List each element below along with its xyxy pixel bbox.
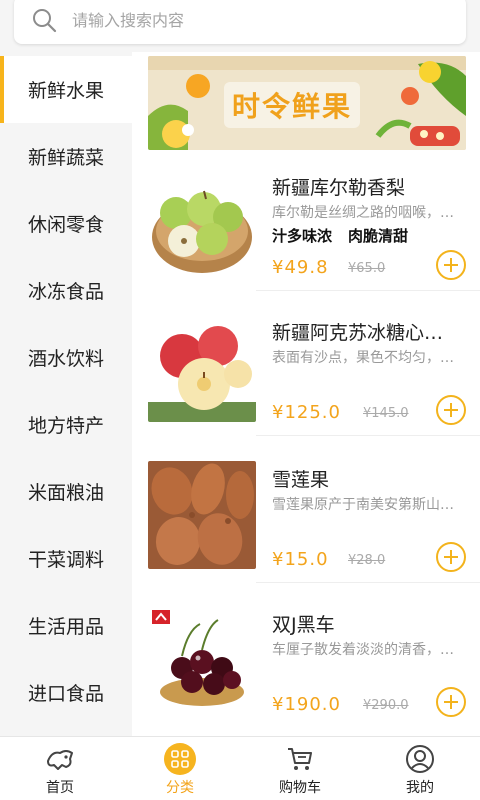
product-tags: 汁多味浓 肉脆清甜 [272,225,408,246]
banner-title: 时令鲜果 [224,82,360,128]
search-bar [0,0,480,52]
add-to-cart-button[interactable] [436,250,466,280]
product-image [148,461,256,569]
product-old-price: ¥65.0 [348,261,386,276]
product-old-price: ¥290.0 [363,698,409,713]
sidebar-item-label: 生活用品 [28,616,105,638]
divider [256,582,480,583]
search-icon [30,6,58,34]
product-price: ¥15.0 [272,549,329,570]
product-name: 双J黑车 [272,614,335,636]
tab-profile[interactable]: 我的 [360,737,480,800]
product-price: ¥125.0 [272,402,341,423]
tab-label: 分类 [166,780,194,796]
product-price: ¥49.8 [272,257,329,278]
sidebar-item-label: 休闲零食 [28,214,105,236]
product-tag: 汁多味浓 [272,227,333,245]
tab-home[interactable]: 首页 [0,737,120,800]
product-name: 新疆库尔勒香梨 [272,177,406,199]
sidebar-item-label: 干菜调料 [28,549,105,571]
category-icon [164,743,196,775]
product-card[interactable]: 双J黑车 车厘子散发着淡淡的清香，… ¥190.0 ¥290.0 [148,606,480,736]
add-to-cart-button[interactable] [436,395,466,425]
product-desc: 雪莲果原产于南美安第斯山… [272,497,454,513]
sidebar-item-dried-seasoning[interactable]: 干菜调料 [0,525,132,592]
add-to-cart-button[interactable] [436,542,466,572]
sidebar-item-drinks[interactable]: 酒水饮料 [0,324,132,391]
divider [256,290,480,291]
product-name: 雪莲果 [272,469,330,491]
home-icon [44,743,76,775]
sidebar-item-frozen-food[interactable]: 冰冻食品 [0,257,132,324]
product-image [148,606,256,714]
sidebar-item-grain-oil[interactable]: 米面粮油 [0,458,132,525]
plus-icon [444,258,458,272]
tab-cart[interactable]: 购物车 [240,737,360,800]
search-input[interactable] [72,10,432,30]
tab-label: 我的 [406,780,434,796]
sidebar-item-fresh-fruit[interactable]: 新鲜水果 [0,56,132,123]
plus-icon [444,403,458,417]
tab-category[interactable]: 分类 [120,737,240,800]
cart-icon [284,743,316,775]
plus-icon [444,550,458,564]
search-box[interactable] [14,0,466,44]
sidebar-item-snacks[interactable]: 休闲零食 [0,190,132,257]
category-sidebar: 新鲜水果 新鲜蔬菜 休闲零食 冰冻食品 酒水饮料 地方特产 米面粮油 干菜调料 … [0,56,132,736]
product-old-price: ¥145.0 [363,406,409,421]
sidebar-item-imported-food[interactable]: 进口食品 [0,659,132,726]
tab-label: 首页 [46,780,74,796]
product-card[interactable]: 雪莲果 雪莲果原产于南美安第斯山… ¥15.0 ¥28.0 [148,461,480,606]
product-old-price: ¥28.0 [348,553,386,568]
product-image [148,314,256,422]
product-desc: 库尔勒是丝绸之路的咽喉，… [272,205,454,221]
product-desc: 表面有沙点，果色不均匀，… [272,350,454,366]
seasonal-fruit-banner[interactable]: 时令鲜果 [148,56,466,150]
sidebar-item-label: 进口食品 [28,683,105,705]
sidebar-item-label: 冰冻食品 [28,281,105,303]
bottom-tab-bar: 首页 分类 购物车 我的 [0,736,480,800]
sidebar-item-fresh-vegetables[interactable]: 新鲜蔬菜 [0,123,132,190]
product-price: ¥190.0 [272,694,341,715]
plus-icon [444,695,458,709]
product-list-panel: 时令鲜果 新疆库尔勒香梨 库尔勒是丝绸之路的咽喉，… 汁多味浓 肉脆清甜 ¥49… [132,52,480,736]
product-desc: 车厘子散发着淡淡的清香，… [272,642,454,658]
product-name: 新疆阿克苏冰糖心… [272,322,444,344]
sidebar-item-label: 新鲜水果 [28,80,105,102]
sidebar-item-label: 酒水饮料 [28,348,105,370]
sidebar-item-label: 米面粮油 [28,482,105,504]
product-card[interactable]: 新疆阿克苏冰糖心… 表面有沙点，果色不均匀，… ¥125.0 ¥145.0 [148,314,480,459]
tab-label: 购物车 [279,780,321,796]
product-card[interactable]: 新疆库尔勒香梨 库尔勒是丝绸之路的咽喉，… 汁多味浓 肉脆清甜 ¥49.8 ¥6… [148,169,480,314]
add-to-cart-button[interactable] [436,687,466,717]
product-tag: 肉脆清甜 [348,227,409,245]
sidebar-item-label: 地方特产 [28,415,105,437]
sidebar-item-daily-goods[interactable]: 生活用品 [0,592,132,659]
sidebar-item-local-specialties[interactable]: 地方特产 [0,391,132,458]
sidebar-item-label: 新鲜蔬菜 [28,147,105,169]
user-icon [404,743,436,775]
product-image [148,169,256,277]
divider [256,435,480,436]
